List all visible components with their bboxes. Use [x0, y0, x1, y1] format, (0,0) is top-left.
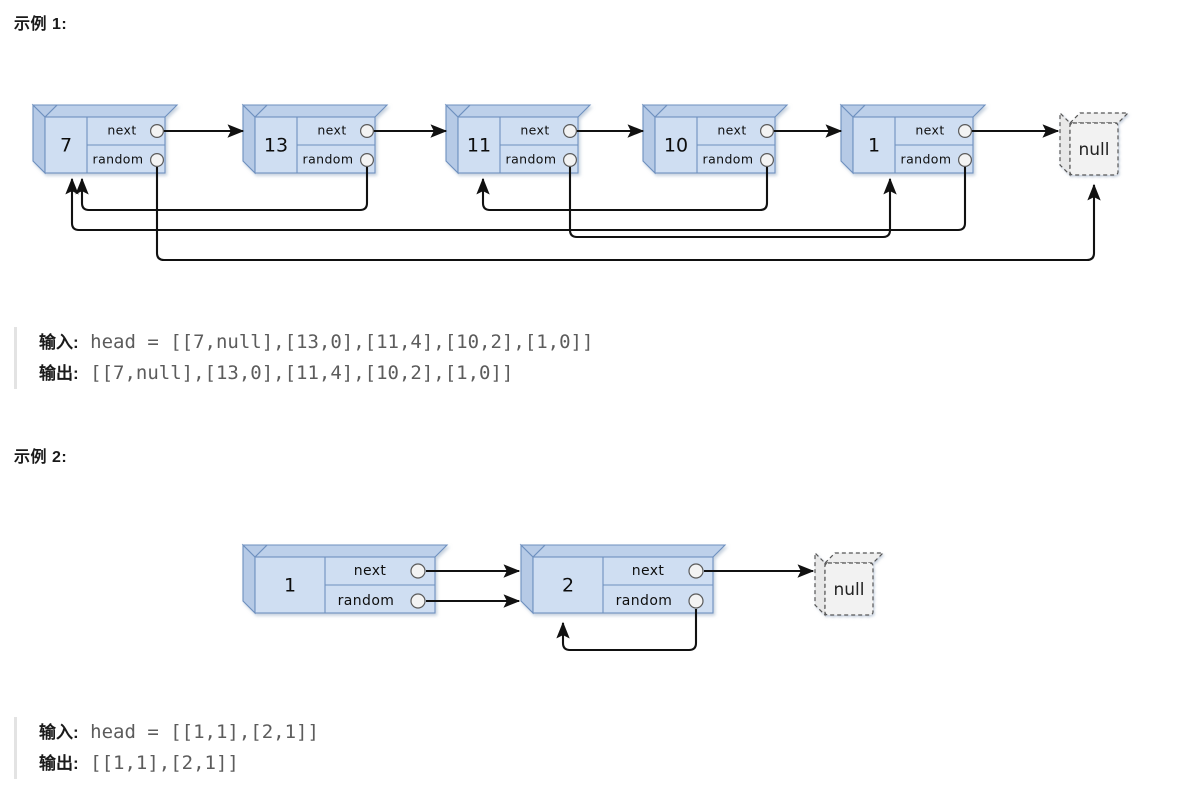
- example-2-output-line: 输出: [[1,1],[2,1]]: [39, 748, 319, 779]
- node-1-random-label: random: [303, 152, 354, 167]
- example-2-io-block: 输入: head = [[1,1],[2,1]] 输出: [[1,1],[2,1…: [14, 717, 319, 779]
- node-0: 7 next random: [31, 103, 179, 175]
- node-1-value: 13: [264, 135, 288, 157]
- node-1-random-port: [360, 152, 375, 167]
- example-2-input-line: 输入: head = [[1,1],[2,1]]: [39, 717, 319, 748]
- ex2-node-1-next-label: next: [632, 563, 665, 579]
- node-2-next-label: next: [520, 123, 549, 138]
- example-1-input-value: head = [[7,null],[13,0],[11,4],[10,2],[1…: [90, 331, 594, 353]
- ex2-node-0-random-port: [410, 593, 426, 609]
- random-pointer-arrows: [65, 167, 1101, 262]
- ex2-null-node: null: [814, 551, 885, 617]
- node-1-next-label: next: [317, 123, 346, 138]
- node-4: 1 next random: [839, 103, 987, 175]
- node-2-random-label: random: [506, 152, 557, 167]
- node-3-next-label: next: [717, 123, 746, 138]
- ex2-null-node-label: null: [834, 580, 865, 600]
- null-node: null: [1059, 111, 1130, 177]
- example-2-input-value: head = [[1,1],[2,1]]: [90, 721, 319, 743]
- example-1-output-value: [[7,null],[13,0],[11,4],[10,2],[1,0]]: [90, 362, 514, 384]
- node-3-value: 10: [664, 135, 688, 157]
- ex2-node-1-random-label: random: [616, 593, 673, 609]
- example-2-heading: 示例 2:: [14, 449, 68, 466]
- ex2-node-1: 2 next random: [519, 543, 727, 615]
- ex2-node-0-next-label: next: [354, 563, 387, 579]
- node-2-value: 11: [467, 135, 491, 157]
- node-4-value: 1: [868, 135, 880, 157]
- node-4-random-port: [957, 152, 972, 167]
- example-1-diagram: 7 next random 13 next random 11 next ran…: [31, 103, 1130, 262]
- example-1-output-label: 输出:: [39, 364, 79, 383]
- example-2-output-label: 输出:: [39, 754, 79, 773]
- ex2-node-1-value: 2: [562, 575, 574, 597]
- node-2-random-port: [562, 152, 577, 167]
- example-2-output-value: [[1,1],[2,1]]: [90, 752, 239, 774]
- node-1: 13 next random: [241, 103, 389, 175]
- example-1-input-label: 输入:: [39, 333, 79, 352]
- example-2-input-label: 输入:: [39, 723, 79, 742]
- ex2-node-0-next-port: [410, 563, 426, 579]
- null-node-label: null: [1079, 140, 1110, 160]
- ex2-node-0-random-label: random: [338, 593, 395, 609]
- node-0-random-label: random: [93, 152, 144, 167]
- example-1-output-line: 输出: [[7,null],[13,0],[11,4],[10,2],[1,0]…: [39, 358, 593, 389]
- ex2-node-0: 1 next random: [241, 543, 449, 615]
- node-3-next-port: [759, 124, 774, 139]
- node-0-random-port: [150, 152, 165, 167]
- ex2-node-0-value: 1: [284, 575, 296, 597]
- node-4-next-port: [957, 124, 972, 139]
- example-1-heading: 示例 1:: [14, 16, 68, 33]
- node-3: 10 next random: [641, 103, 789, 175]
- node-4-next-label: next: [915, 123, 944, 138]
- example-1-io-block: 输入: head = [[7,null],[13,0],[11,4],[10,2…: [14, 327, 593, 389]
- node-0-next-port: [150, 124, 165, 139]
- example-1-input-line: 输入: head = [[7,null],[13,0],[11,4],[10,2…: [39, 327, 593, 358]
- node-2-next-port: [562, 124, 577, 139]
- problem-examples-page: 示例 1: 7 next random 13 next random 11 ne…: [0, 0, 1181, 802]
- node-0-next-label: next: [107, 123, 136, 138]
- node-2: 11 next random: [444, 103, 592, 175]
- node-3-random-label: random: [703, 152, 754, 167]
- node-3-random-port: [759, 152, 774, 167]
- node-0-value: 7: [60, 135, 72, 157]
- example-2-diagram: 1 next random 2 next random null: [241, 543, 885, 652]
- ex2-node-1-random-port: [688, 593, 704, 609]
- ex2-node-1-next-port: [688, 563, 704, 579]
- node-1-next-port: [360, 124, 375, 139]
- node-4-random-label: random: [901, 152, 952, 167]
